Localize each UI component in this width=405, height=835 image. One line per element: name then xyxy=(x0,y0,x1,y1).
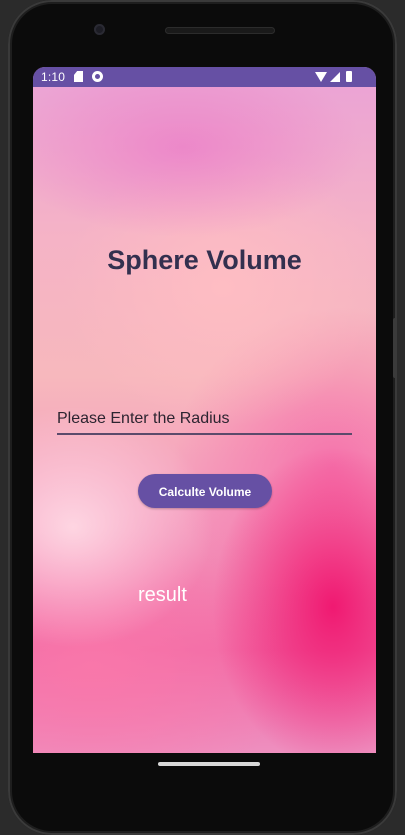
face-icon xyxy=(92,71,103,82)
front-camera xyxy=(94,24,105,35)
signal-icon xyxy=(330,72,340,82)
radius-input[interactable] xyxy=(57,407,352,431)
wifi-icon xyxy=(315,72,327,82)
status-time: 1:10 xyxy=(41,70,66,84)
calculate-volume-button[interactable]: Calculte Volume xyxy=(138,474,272,508)
battery-icon xyxy=(346,71,352,82)
app-screen: 1:10 Sphere Volume Calculte Volume resul… xyxy=(33,67,376,753)
earpiece-speaker xyxy=(165,27,275,34)
gesture-nav-handle[interactable] xyxy=(158,762,260,766)
power-button xyxy=(393,318,397,378)
radius-field[interactable] xyxy=(57,407,352,435)
status-bar: 1:10 xyxy=(33,67,376,87)
sd-card-icon xyxy=(74,71,83,82)
result-text: result xyxy=(138,584,187,606)
page-title: Sphere Volume xyxy=(107,245,302,275)
